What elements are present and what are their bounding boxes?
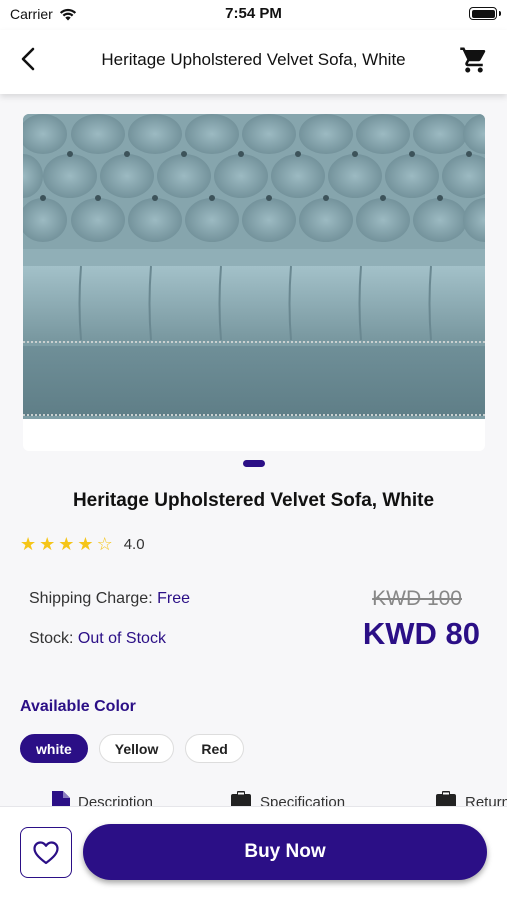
product-info: Shipping Charge: Free Stock: Out of Stoc… — [29, 590, 190, 670]
stock-value: Out of Stock — [77, 630, 166, 647]
gallery-page-indicator[interactable] — [243, 460, 265, 467]
document-icon — [52, 791, 70, 806]
product-title: Heritage Upholstered Velvet Sofa, White — [72, 490, 435, 511]
stock-row: Stock: Out of Stock — [29, 630, 190, 670]
product-content[interactable]: Heritage Upholstered Velvet Sofa, White … — [0, 94, 507, 806]
status-time: 7:54 PM — [225, 5, 282, 22]
rating-value: 4.0 — [123, 535, 145, 553]
clipboard-icon — [436, 791, 456, 806]
status-bar: Carrier 7:54 PM — [0, 0, 507, 30]
color-chip-white[interactable]: white — [20, 734, 88, 763]
navigation-bar: Heritage Upholstered Velvet Sofa, White — [0, 30, 507, 94]
tab-return-label: Return — [465, 793, 507, 807]
color-chip-yellow[interactable]: Yellow — [98, 734, 175, 763]
heart-icon — [33, 840, 59, 864]
star-icon: ★ — [39, 534, 56, 554]
clipboard-icon — [231, 791, 251, 806]
chevron-left-icon[interactable] — [14, 44, 44, 74]
shipping-label: Shipping Charge: — [29, 590, 158, 607]
shipping-row: Shipping Charge: Free — [29, 590, 190, 630]
stock-label: Stock: — [29, 630, 78, 647]
cart-icon[interactable] — [459, 45, 489, 75]
tab-description-label: Description — [78, 793, 154, 807]
favorite-button[interactable] — [20, 827, 72, 878]
star-icon: ★ — [20, 534, 37, 554]
page-title: Heritage Upholstered Velvet Sofa, White — [101, 50, 406, 69]
tab-specification[interactable]: Specification — [230, 791, 345, 806]
battery-icon — [469, 7, 501, 20]
product-image-card[interactable] — [23, 114, 485, 451]
original-price: KWD 100 — [372, 587, 462, 610]
detail-tabs: Description Specification Return — [0, 791, 507, 806]
tab-return[interactable]: Return — [435, 791, 507, 806]
product-image — [23, 114, 485, 419]
color-options: white Yellow Red — [20, 734, 244, 763]
star-outline-icon: ☆ — [96, 534, 113, 554]
buy-now-button[interactable]: Buy Now — [83, 824, 487, 880]
star-icon: ★ — [77, 534, 94, 554]
sale-price: KWD 80 — [362, 616, 480, 651]
tab-description[interactable]: Description — [50, 791, 153, 806]
color-chip-red[interactable]: Red — [185, 734, 244, 763]
available-color-label: Available Color — [20, 698, 136, 715]
bottom-action-bar: Buy Now — [0, 806, 507, 900]
tab-specification-label: Specification — [260, 793, 346, 807]
shipping-value: Free — [157, 590, 190, 607]
star-icon: ★ — [58, 534, 75, 554]
rating: ★ ★ ★ ★ ☆ 4.0 — [20, 535, 145, 553]
